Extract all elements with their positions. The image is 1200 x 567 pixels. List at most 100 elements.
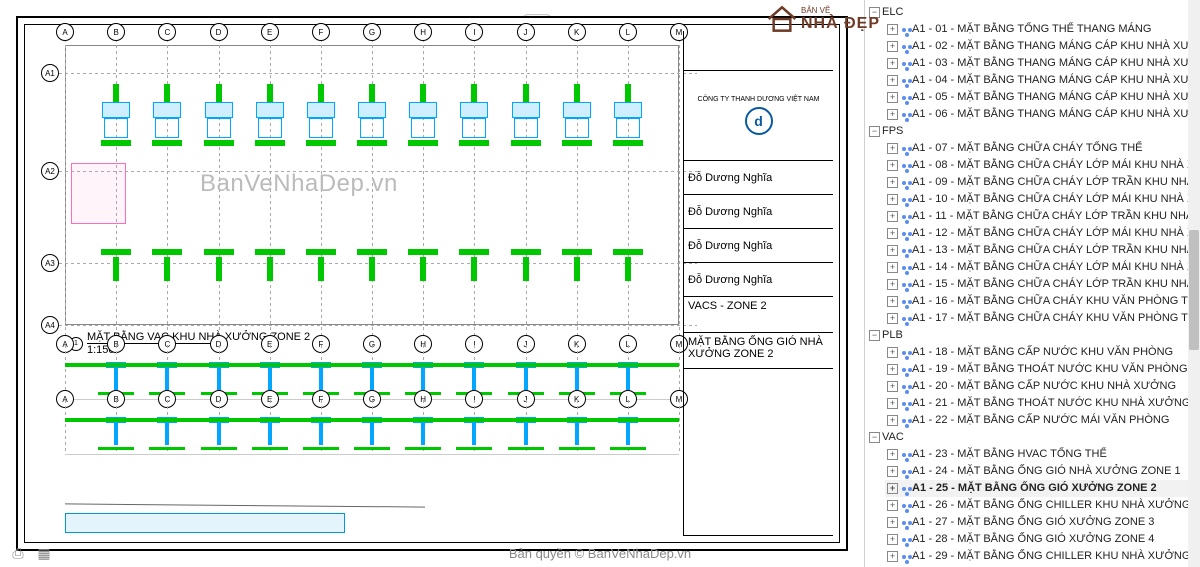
sheet-label: A1 - 25 - MẶT BẰNG ỐNG GIÓ XƯỞNG ZONE 2 bbox=[912, 481, 1157, 496]
tree-sheet-item[interactable]: +A1 - 13 - MẶT BẰNG CHỮA CHÁY LỚP TRẦN K… bbox=[885, 242, 1198, 259]
sheet-icon bbox=[902, 249, 906, 253]
tree-sheet-item[interactable]: +A1 - 17 - MẶT BẰNG CHỮA CHÁY KHU VĂN PH… bbox=[885, 310, 1198, 327]
scale-tool-icon[interactable]: ⎙ bbox=[8, 543, 28, 563]
diffuser[interactable] bbox=[252, 247, 288, 307]
tree-sheet-item[interactable]: +A1 - 16 - MẶT BẰNG CHỮA CHÁY KHU VĂN PH… bbox=[885, 293, 1198, 310]
tree-category-vac[interactable]: −VAC bbox=[867, 429, 1198, 446]
tree-sheet-item[interactable]: +A1 - 28 - MẶT BẰNG ỐNG GIÓ XƯỞNG ZONE 4 bbox=[885, 531, 1198, 548]
tree-sheet-item[interactable]: +A1 - 20 - MẶT BẰNG CẤP NƯỚC KHU NHÀ XƯỞ… bbox=[885, 378, 1198, 395]
tree-sheet-item[interactable]: +A1 - 03 - MẶT BẰNG THANG MÁNG CÁP KHU N… bbox=[885, 55, 1198, 72]
grid-bubble: C bbox=[158, 23, 176, 41]
tree-sheet-item[interactable]: +A1 - 26 - MẶT BẰNG ỐNG CHILLER KHU NHÀ … bbox=[885, 497, 1198, 514]
expand-icon[interactable]: + bbox=[887, 398, 898, 409]
expand-icon[interactable]: + bbox=[887, 143, 898, 154]
expand-icon[interactable]: + bbox=[887, 279, 898, 290]
tree-category-plb[interactable]: −PLB bbox=[867, 327, 1198, 344]
expand-icon[interactable]: + bbox=[887, 517, 898, 528]
hvac-unit[interactable] bbox=[252, 84, 288, 144]
diffuser[interactable] bbox=[456, 247, 492, 307]
tree-sheet-item[interactable]: +A1 - 18 - MẶT BẰNG CẤP NƯỚC KHU VĂN PHÒ… bbox=[885, 344, 1198, 361]
hvac-unit[interactable] bbox=[98, 84, 134, 144]
expand-icon[interactable]: + bbox=[887, 296, 898, 307]
hvac-unit[interactable] bbox=[149, 84, 185, 144]
hvac-unit[interactable] bbox=[508, 84, 544, 144]
diffuser[interactable] bbox=[303, 247, 339, 307]
collapse-icon[interactable]: − bbox=[869, 432, 880, 443]
expand-icon[interactable]: + bbox=[887, 466, 898, 477]
hvac-unit[interactable] bbox=[456, 84, 492, 144]
expand-icon[interactable]: + bbox=[887, 92, 898, 103]
tree-sheet-item[interactable]: +A1 - 05 - MẶT BẰNG THANG MÁNG CÁP KHU N… bbox=[885, 89, 1198, 106]
plan-view[interactable]: ABCDEFGHIJKLMA1A2A3A4 bbox=[65, 45, 679, 325]
sheet-label: A1 - 19 - MẶT BẰNG THOÁT NƯỚC KHU VĂN PH… bbox=[912, 362, 1188, 377]
hvac-unit[interactable] bbox=[303, 84, 339, 144]
expand-icon[interactable]: + bbox=[887, 551, 898, 562]
diffuser[interactable] bbox=[201, 247, 237, 307]
expand-icon[interactable]: + bbox=[887, 109, 898, 120]
expand-icon[interactable]: + bbox=[887, 41, 898, 52]
tree-sheet-item[interactable]: + A1 - 25 - MẶT BẰNG ỐNG GIÓ XƯỞNG ZONE 2 bbox=[885, 480, 1198, 497]
hvac-unit[interactable] bbox=[405, 84, 441, 144]
expand-icon[interactable]: + bbox=[887, 228, 898, 239]
expand-icon[interactable]: + bbox=[887, 160, 898, 171]
expand-icon[interactable]: + bbox=[887, 347, 898, 358]
tree-sheet-item[interactable]: +A1 - 29 - MẶT BẰNG ỐNG CHILLER KHU NHÀ … bbox=[885, 548, 1198, 565]
section-views[interactable]: ABCDEFGHIJKLM ABCDEFGHIJKLM bbox=[65, 345, 679, 485]
scrollbar-thumb[interactable] bbox=[1189, 230, 1199, 350]
tree-sheet-item[interactable]: +A1 - 10 - MẶT BẰNG CHỮA CHÁY LỚP MÁI KH… bbox=[885, 191, 1198, 208]
tree-sheet-item[interactable]: +A1 - 23 - MẶT BẰNG HVAC TỔNG THỂ bbox=[885, 446, 1198, 463]
diffuser[interactable] bbox=[149, 247, 185, 307]
expand-icon[interactable]: + bbox=[887, 313, 898, 324]
tree-sheet-item[interactable]: +A1 - 01 - MẶT BẰNG TỔNG THỂ THANG MÁNG bbox=[885, 21, 1198, 38]
diffuser[interactable] bbox=[405, 247, 441, 307]
diffuser[interactable] bbox=[610, 247, 646, 307]
drawing-viewport[interactable]: 2D ◎ ✋ ABCDEFGHIJKLMA1A2A3A4 1 MẶT BẰNG … bbox=[0, 0, 864, 567]
expand-icon[interactable]: + bbox=[887, 58, 898, 69]
expand-icon[interactable]: + bbox=[887, 449, 898, 460]
tree-category-fps[interactable]: −FPS bbox=[867, 123, 1198, 140]
diffuser[interactable] bbox=[354, 247, 390, 307]
scrollbar-track[interactable] bbox=[1188, 0, 1200, 567]
expand-icon[interactable]: + bbox=[887, 245, 898, 256]
expand-icon[interactable]: + bbox=[887, 415, 898, 426]
expand-icon[interactable]: + bbox=[887, 194, 898, 205]
tree-sheet-item[interactable]: +A1 - 22 - MẶT BẰNG CẤP NƯỚC MÁI VĂN PHÒ… bbox=[885, 412, 1198, 429]
tree-category-elc[interactable]: −ELC bbox=[867, 4, 1198, 21]
expand-icon[interactable]: + bbox=[887, 364, 898, 375]
tree-sheet-item[interactable]: +A1 - 08 - MẶT BẰNG CHỮA CHÁY LỚP MÁI KH… bbox=[885, 157, 1198, 174]
expand-icon[interactable]: + bbox=[887, 534, 898, 545]
expand-icon[interactable]: + bbox=[887, 500, 898, 511]
collapse-icon[interactable]: − bbox=[869, 126, 880, 137]
tb-company: CÔNG TY THANH DƯƠNG VIỆT NAM d bbox=[684, 71, 833, 161]
expand-icon[interactable]: + bbox=[887, 483, 898, 494]
hvac-unit[interactable] bbox=[610, 84, 646, 144]
tree-sheet-item[interactable]: +A1 - 14 - MẶT BẰNG CHỮA CHÁY LỚP MÁI KH… bbox=[885, 259, 1198, 276]
diffuser[interactable] bbox=[508, 247, 544, 307]
tree-sheet-item[interactable]: +A1 - 09 - MẶT BẰNG CHỮA CHÁY LỚP TRẦN K… bbox=[885, 174, 1198, 191]
tree-sheet-item[interactable]: +A1 - 11 - MẶT BẰNG CHỮA CHÁY LỚP TRẦN K… bbox=[885, 208, 1198, 225]
expand-icon[interactable]: + bbox=[887, 211, 898, 222]
hvac-unit[interactable] bbox=[201, 84, 237, 144]
detail-level-icon[interactable]: ▦ bbox=[34, 543, 54, 563]
diffuser[interactable] bbox=[98, 247, 134, 307]
expand-icon[interactable]: + bbox=[887, 381, 898, 392]
tree-sheet-item[interactable]: +A1 - 27 - MẶT BẰNG ỐNG GIÓ XƯỞNG ZONE 3 bbox=[885, 514, 1198, 531]
tree-sheet-item[interactable]: +A1 - 15 - MẶT BẰNG CHỮA CHÁY LỚP TRẦN K… bbox=[885, 276, 1198, 293]
expand-icon[interactable]: + bbox=[887, 262, 898, 273]
collapse-icon[interactable]: − bbox=[869, 330, 880, 341]
tree-sheet-item[interactable]: +A1 - 02 - MẶT BẰNG THANG MÁNG CÁP KHU N… bbox=[885, 38, 1198, 55]
tree-sheet-item[interactable]: +A1 - 24 - MẶT BẰNG ỐNG GIÓ NHÀ XƯỞNG ZO… bbox=[885, 463, 1198, 480]
hvac-unit[interactable] bbox=[559, 84, 595, 144]
tree-sheet-item[interactable]: +A1 - 04 - MẶT BẰNG THANG MÁNG CÁP KHU N… bbox=[885, 72, 1198, 89]
expand-icon[interactable]: + bbox=[887, 24, 898, 35]
project-browser-panel[interactable]: −ELC+A1 - 01 - MẶT BẰNG TỔNG THỂ THANG M… bbox=[864, 0, 1200, 567]
tree-sheet-item[interactable]: +A1 - 07 - MẶT BẰNG CHỮA CHÁY TỔNG THỂ bbox=[885, 140, 1198, 157]
tree-sheet-item[interactable]: +A1 - 21 - MẶT BẰNG THOÁT NƯỚC KHU NHÀ X… bbox=[885, 395, 1198, 412]
hvac-unit[interactable] bbox=[354, 84, 390, 144]
tree-sheet-item[interactable]: +A1 - 12 - MẶT BẰNG CHỮA CHÁY LỚP MÁI KH… bbox=[885, 225, 1198, 242]
diffuser[interactable] bbox=[559, 247, 595, 307]
expand-icon[interactable]: + bbox=[887, 75, 898, 86]
tree-sheet-item[interactable]: + A1 - 19 - MẶT BẰNG THOÁT NƯỚC KHU VĂN P… bbox=[885, 361, 1198, 378]
tree-sheet-item[interactable]: +A1 - 06 - MẶT BẰNG THANG MÁNG CÁP KHU N… bbox=[885, 106, 1198, 123]
expand-icon[interactable]: + bbox=[887, 177, 898, 188]
